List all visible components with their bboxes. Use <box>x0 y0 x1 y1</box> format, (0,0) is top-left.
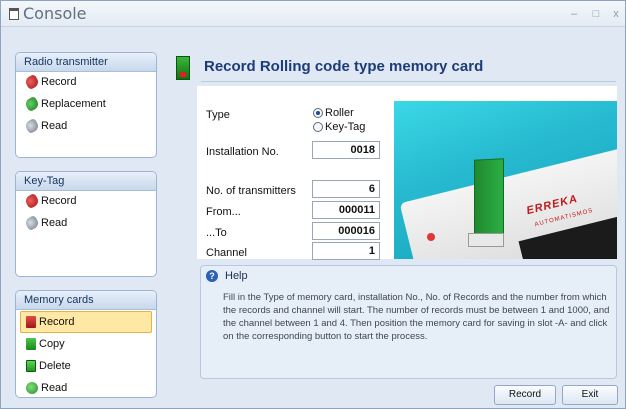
from-field[interactable]: 000011 <box>312 201 380 219</box>
from-label: From... <box>206 206 241 218</box>
memory-cards-header: Memory cards <box>16 291 156 310</box>
sidebar-item-label: Read <box>41 120 68 132</box>
card-read-icon <box>26 382 38 394</box>
radio-roller-label: Roller <box>325 107 354 119</box>
card-copy-icon <box>26 338 36 350</box>
sidebar-item-keytag-record[interactable]: Record <box>16 191 156 213</box>
sidebar-item-label: Delete <box>39 360 71 372</box>
sidebar-item-label: Record <box>41 76 77 88</box>
page-title: Record Rolling code type memory card <box>204 58 484 75</box>
radio-key-tag-label: Key-Tag <box>325 121 366 133</box>
sidebar-item-card-delete[interactable]: Delete <box>16 356 156 378</box>
radio-roller[interactable]: Roller <box>313 107 354 119</box>
radio-roller-button[interactable] <box>313 108 323 118</box>
memory-card-image <box>474 158 504 238</box>
transmitters-field[interactable]: 6 <box>312 180 380 198</box>
title-divider <box>201 81 616 82</box>
card-slot <box>468 233 504 247</box>
sidebar-item-label: Copy <box>39 338 65 350</box>
sidebar-item-transmitter-read[interactable]: Read <box>16 116 156 138</box>
device-led <box>427 233 435 241</box>
help-panel: ? Help Fill in the Type of memory card, … <box>200 265 617 379</box>
exit-button[interactable]: Exit <box>562 385 618 405</box>
transmitters-label: No. of transmitters <box>206 185 296 197</box>
help-text: Fill in the Type of memory card, install… <box>223 292 610 342</box>
sidebar-item-label: Replacement <box>41 98 106 110</box>
sidebar-item-card-read[interactable]: Read <box>16 378 156 397</box>
sidebar-item-transmitter-replacement[interactable]: Replacement <box>16 94 156 116</box>
radio-key-tag-button[interactable] <box>313 122 323 132</box>
installation-field[interactable]: 0018 <box>312 141 380 159</box>
memory-card-icon <box>176 56 190 80</box>
window-title: Console <box>23 4 87 23</box>
key-tag-header: Key-Tag <box>16 172 156 191</box>
record-button[interactable]: Record <box>494 385 556 405</box>
memory-cards-panel: Memory cards Record Copy Delete Read <box>15 290 157 398</box>
sidebar-item-card-copy[interactable]: Copy <box>16 334 156 356</box>
app-icon <box>9 8 19 20</box>
sidebar-item-label: Read <box>41 382 68 394</box>
maximize-button[interactable]: □ <box>589 7 603 21</box>
transmitter-record-icon <box>23 73 41 91</box>
channel-field[interactable]: 1 <box>312 242 380 260</box>
minimize-button[interactable]: – <box>567 7 581 21</box>
transmitter-replacement-icon <box>23 95 41 113</box>
sidebar-item-card-record[interactable]: Record <box>20 311 152 333</box>
radio-key-tag[interactable]: Key-Tag <box>313 121 365 133</box>
keytag-read-icon <box>23 214 41 232</box>
device-photo: ERREKA AUTOMATISMOS <box>394 101 617 259</box>
title-bar: Console – □ x <box>1 1 625 27</box>
to-label: ...To <box>206 227 227 239</box>
help-icon: ? <box>206 270 218 282</box>
radio-transmitter-header: Radio transmitter <box>16 53 156 72</box>
channel-label: Channel <box>206 247 247 259</box>
close-button[interactable]: x <box>609 7 623 21</box>
card-delete-icon <box>26 360 36 372</box>
help-title: Help <box>225 270 248 282</box>
sidebar-item-keytag-read[interactable]: Read <box>16 213 156 235</box>
type-label: Type <box>206 109 230 121</box>
keytag-record-icon <box>23 192 41 210</box>
radio-transmitter-panel: Radio transmitter Record Replacement Rea… <box>15 52 157 158</box>
transmitter-read-icon <box>23 117 41 135</box>
sidebar-item-label: Read <box>41 217 68 229</box>
sidebar-item-label: Record <box>41 195 77 207</box>
console-window: Console – □ x Radio transmitter Record R… <box>0 0 626 409</box>
card-record-icon <box>26 316 36 328</box>
sidebar-item-label: Record <box>39 316 75 328</box>
installation-label: Installation No. <box>206 146 279 158</box>
to-field[interactable]: 000016 <box>312 222 380 240</box>
sidebar-item-transmitter-record[interactable]: Record <box>16 72 156 94</box>
key-tag-panel: Key-Tag Record Read <box>15 171 157 277</box>
